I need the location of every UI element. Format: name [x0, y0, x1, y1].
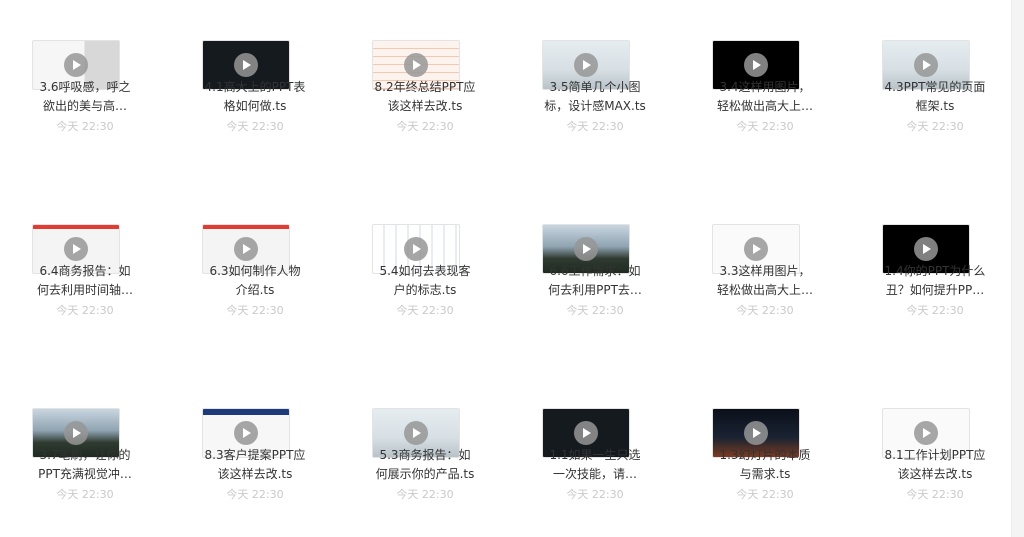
- play-icon[interactable]: [744, 421, 768, 445]
- video-file-item[interactable]: 6.3如何制作人物 介绍.ts 今天 22:30: [170, 184, 340, 344]
- video-file-name[interactable]: 6.6工作需求：如 何去利用PPT去…: [510, 262, 680, 300]
- play-icon[interactable]: [744, 53, 768, 77]
- play-icon[interactable]: [914, 421, 938, 445]
- play-icon[interactable]: [234, 237, 258, 261]
- file-timestamp: 今天 22:30: [226, 488, 284, 501]
- video-file-name[interactable]: 8.2年终总结PPT应 该这样去改.ts: [340, 78, 510, 116]
- video-file-name[interactable]: 3.7笔刷，让你的 PPT充满视觉冲…: [0, 446, 170, 484]
- file-timestamp: 今天 22:30: [396, 120, 454, 133]
- video-file-name[interactable]: 3.5简单几个小图 标，设计感MAX.ts: [510, 78, 680, 116]
- video-file-name[interactable]: 6.3如何制作人物 介绍.ts: [170, 262, 340, 300]
- file-timestamp: 今天 22:30: [566, 304, 624, 317]
- file-timestamp: 今天 22:30: [226, 120, 284, 133]
- file-timestamp: 今天 22:30: [566, 488, 624, 501]
- play-icon[interactable]: [234, 421, 258, 445]
- play-icon[interactable]: [64, 421, 88, 445]
- file-timestamp: 今天 22:30: [736, 120, 794, 133]
- video-file-item[interactable]: 4.1高大上的PPT表 格如何做.ts 今天 22:30: [170, 0, 340, 160]
- video-file-name[interactable]: 6.4商务报告：如 何去利用时间轴…: [0, 262, 170, 300]
- video-file-name[interactable]: 4.3PPT常见的页面 框架.ts: [850, 78, 1020, 116]
- video-file-item[interactable]: 3.3这样用图片， 轻松做出高大上… 今天 22:30: [680, 184, 850, 344]
- file-timestamp: 今天 22:30: [56, 120, 114, 133]
- play-icon[interactable]: [64, 237, 88, 261]
- play-icon[interactable]: [404, 237, 428, 261]
- video-file-name[interactable]: 1.4你的PPT为什么 丑？如何提升PP…: [850, 262, 1020, 300]
- video-file-item[interactable]: 6.6工作需求：如 何去利用PPT去… 今天 22:30: [510, 184, 680, 344]
- file-timestamp: 今天 22:30: [396, 304, 454, 317]
- video-file-item[interactable]: 5.3商务报告：如 何展示你的产品.ts 今天 22:30: [340, 368, 510, 528]
- file-timestamp: 今天 22:30: [906, 304, 964, 317]
- file-timestamp: 今天 22:30: [226, 304, 284, 317]
- video-file-name[interactable]: 3.4这样用图片， 轻松做出高大上…: [680, 78, 850, 116]
- vertical-scrollbar[interactable]: [1011, 0, 1024, 537]
- file-timestamp: 今天 22:30: [906, 120, 964, 133]
- play-icon[interactable]: [744, 237, 768, 261]
- video-file-item[interactable]: 8.2年终总结PPT应 该这样去改.ts 今天 22:30: [340, 0, 510, 160]
- play-icon[interactable]: [404, 53, 428, 77]
- file-timestamp: 今天 22:30: [396, 488, 454, 501]
- play-icon[interactable]: [914, 53, 938, 77]
- video-file-item[interactable]: 3.6呼吸感，呼之 欲出的美与高… 今天 22:30: [0, 0, 170, 160]
- play-icon[interactable]: [574, 53, 598, 77]
- play-icon[interactable]: [404, 421, 428, 445]
- video-file-item[interactable]: 8.1工作计划PPT应 该这样去改.ts 今天 22:30: [850, 368, 1020, 528]
- file-timestamp: 今天 22:30: [736, 488, 794, 501]
- video-file-item[interactable]: 1.3幻灯片的本质 与需求.ts 今天 22:30: [680, 368, 850, 528]
- play-icon[interactable]: [234, 53, 258, 77]
- play-icon[interactable]: [64, 53, 88, 77]
- video-file-item[interactable]: 3.4这样用图片， 轻松做出高大上… 今天 22:30: [680, 0, 850, 160]
- video-file-item[interactable]: 1.4你的PPT为什么 丑？如何提升PP… 今天 22:30: [850, 184, 1020, 344]
- video-file-item[interactable]: 5.4如何去表现客 户的标志.ts 今天 22:30: [340, 184, 510, 344]
- video-file-item[interactable]: 6.4商务报告：如 何去利用时间轴… 今天 22:30: [0, 184, 170, 344]
- video-file-name[interactable]: 5.4如何去表现客 户的标志.ts: [340, 262, 510, 300]
- video-file-item[interactable]: 3.7笔刷，让你的 PPT充满视觉冲… 今天 22:30: [0, 368, 170, 528]
- file-timestamp: 今天 22:30: [56, 488, 114, 501]
- file-timestamp: 今天 22:30: [736, 304, 794, 317]
- video-file-name[interactable]: 4.1高大上的PPT表 格如何做.ts: [170, 78, 340, 116]
- video-file-name[interactable]: 8.3客户提案PPT应 该这样去改.ts: [170, 446, 340, 484]
- play-icon[interactable]: [574, 237, 598, 261]
- play-icon[interactable]: [914, 237, 938, 261]
- video-file-name[interactable]: 3.3这样用图片， 轻松做出高大上…: [680, 262, 850, 300]
- video-file-name[interactable]: 1.3幻灯片的本质 与需求.ts: [680, 446, 850, 484]
- video-file-name[interactable]: 5.3商务报告：如 何展示你的产品.ts: [340, 446, 510, 484]
- video-file-item[interactable]: 3.5简单几个小图 标，设计感MAX.ts 今天 22:30: [510, 0, 680, 160]
- file-timestamp: 今天 22:30: [906, 488, 964, 501]
- video-file-name[interactable]: 1.1如果一生只选 一次技能，请…: [510, 446, 680, 484]
- video-file-item[interactable]: 1.1如果一生只选 一次技能，请… 今天 22:30: [510, 368, 680, 528]
- video-file-item[interactable]: 8.3客户提案PPT应 该这样去改.ts 今天 22:30: [170, 368, 340, 528]
- video-file-grid: 3.6呼吸感，呼之 欲出的美与高… 今天 22:30 4.1高大上的PPT表 格如何…: [0, 0, 1010, 537]
- video-file-name[interactable]: 8.1工作计划PPT应 该这样去改.ts: [850, 446, 1020, 484]
- video-file-name[interactable]: 3.6呼吸感，呼之 欲出的美与高…: [0, 78, 170, 116]
- file-timestamp: 今天 22:30: [566, 120, 624, 133]
- play-icon[interactable]: [574, 421, 598, 445]
- video-file-item[interactable]: 4.3PPT常见的页面 框架.ts 今天 22:30: [850, 0, 1020, 160]
- file-timestamp: 今天 22:30: [56, 304, 114, 317]
